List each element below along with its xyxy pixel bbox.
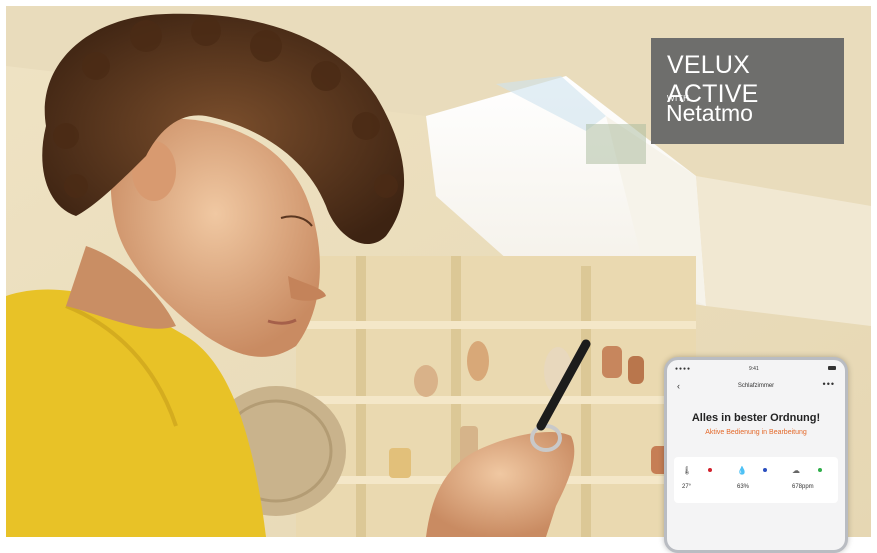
- brand-logo-box: VELUX ACTIVE WITH Netatmo: [651, 38, 844, 144]
- sensor-value: 678ppm: [792, 484, 814, 490]
- status-submessage: Aktive Bedienung in Bearbeitung: [705, 429, 807, 436]
- thermometer-icon: 🌡: [682, 466, 693, 475]
- app-nav-bar: ‹ Schlafzimmer •••: [667, 379, 845, 394]
- sensor-value: 63%: [737, 484, 750, 490]
- sensor-humidity[interactable]: 💧 63%: [729, 457, 783, 503]
- battery-icon: [828, 366, 836, 370]
- jar: [389, 448, 411, 478]
- sensor-card[interactable]: 🌡 27° 💧 63% ☁ 678ppm: [674, 457, 838, 503]
- vase: [414, 365, 438, 397]
- room-title: Schlafzimmer: [737, 383, 775, 389]
- signal-icon: ●●●●: [675, 366, 692, 372]
- status-dot: [763, 468, 767, 472]
- tree-glimpse: [586, 124, 646, 164]
- humidity-icon: 💧: [737, 466, 747, 475]
- brand-partner: Netatmo: [666, 100, 753, 126]
- status-time: 9:41: [749, 366, 759, 372]
- vase: [467, 341, 489, 381]
- sensor-co2[interactable]: ☁ 678ppm: [784, 457, 838, 503]
- vase: [628, 356, 644, 384]
- co2-icon: ☁: [792, 466, 800, 475]
- more-button[interactable]: •••: [823, 379, 835, 389]
- sensor-temperature[interactable]: 🌡 27°: [674, 457, 728, 503]
- app-phone-mockup: ●●●● 9:41 ‹ Schlafzimmer ••• Alles in be…: [664, 357, 848, 553]
- status-dot: [818, 468, 822, 472]
- vase: [602, 346, 622, 378]
- status-message: Alles in bester Ordnung!: [691, 412, 821, 424]
- status-dot: [708, 468, 712, 472]
- sensor-value: 27°: [682, 484, 692, 490]
